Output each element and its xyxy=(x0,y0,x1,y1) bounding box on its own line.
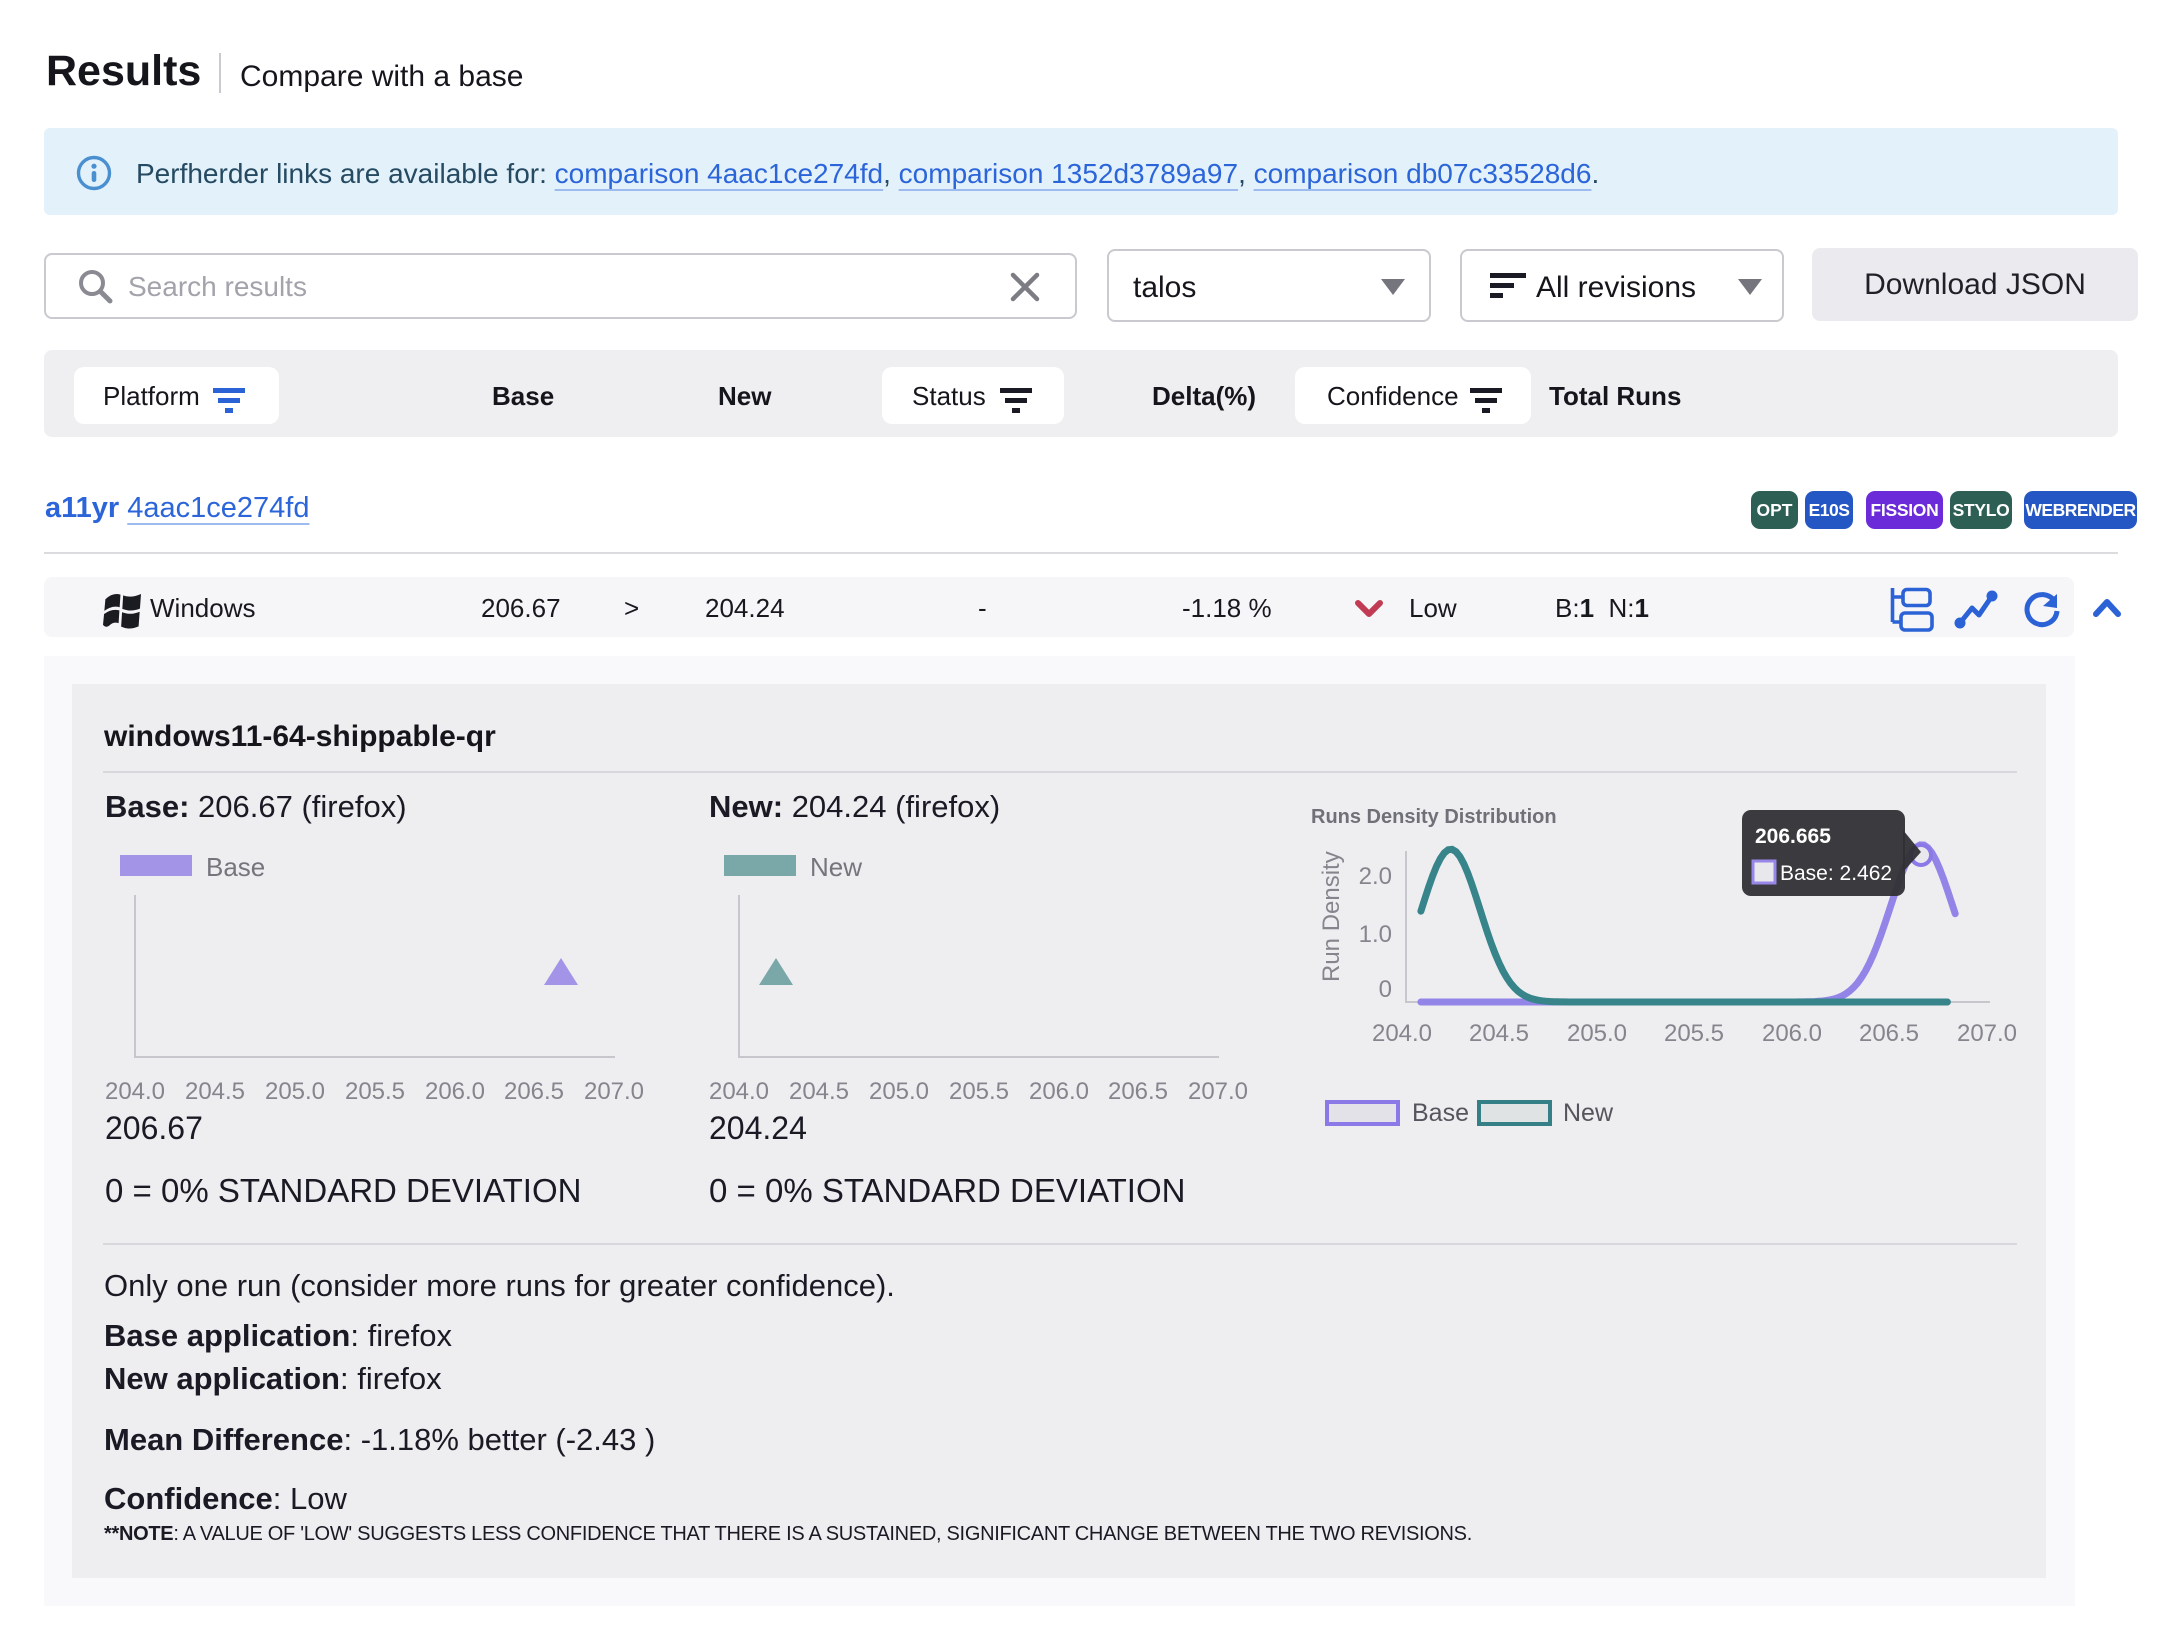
svg-text:Base: 2.462: Base: 2.462 xyxy=(1780,862,1892,885)
svg-text:206.665: 206.665 xyxy=(1755,825,1831,848)
